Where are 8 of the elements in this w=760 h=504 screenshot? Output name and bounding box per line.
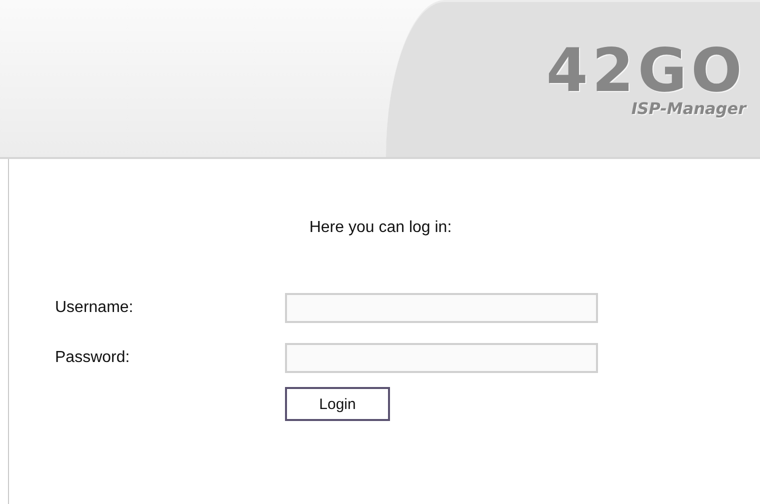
input-field[interactable] bbox=[285, 293, 598, 323]
input-field[interactable] bbox=[285, 343, 598, 373]
logo-text: 42GO bbox=[546, 41, 746, 101]
logo-subtitle: ISP-Manager bbox=[631, 99, 746, 118]
field-label: Password: bbox=[55, 349, 131, 367]
login-button[interactable]: Login bbox=[285, 387, 390, 421]
login-heading: Here you can log in: bbox=[308, 219, 453, 237]
field-label: Username: bbox=[55, 299, 134, 317]
